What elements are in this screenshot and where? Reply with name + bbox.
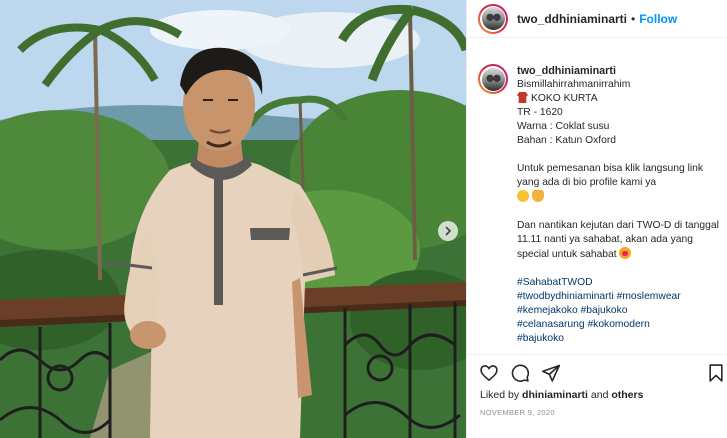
likes-suffix: and	[587, 389, 612, 401]
hashtag-row: #twodbydhiniaminarti #moslemwear	[517, 290, 722, 304]
hashtag-row: #celanasarung #kokomodern	[517, 318, 722, 332]
liked-by-user-link[interactable]: dhiniaminarti	[522, 389, 588, 401]
heart-eyes-emoji-icon	[619, 247, 632, 259]
like-button[interactable]	[478, 362, 500, 384]
divider	[467, 354, 727, 355]
caption-emoji-row	[517, 190, 722, 205]
hashtag-link[interactable]: #moslemwear	[617, 291, 681, 302]
caption-paragraph: Untuk pemesanan bisa klik langsung link …	[517, 163, 704, 188]
caption-paragraph: Dan nantikan kejutan dari TWO-D di tangg…	[517, 219, 722, 262]
caption-paragraph-text: Dan nantikan kejutan dari TWO-D di tangg…	[517, 220, 719, 260]
hashtag-link[interactable]: #bajukoko	[581, 305, 628, 316]
hashtag-link[interactable]: #twodbydhiniaminarti	[517, 291, 614, 302]
carousel-next-button[interactable]	[438, 221, 458, 241]
post-photo[interactable]	[0, 0, 466, 438]
share-icon	[541, 364, 561, 382]
action-bar	[478, 362, 723, 384]
post-username[interactable]: two_ddhiniaminarti	[517, 12, 627, 26]
heart-icon	[480, 365, 498, 382]
separator-dot: •	[631, 11, 636, 26]
caption-avatar[interactable]	[478, 64, 508, 94]
share-button[interactable]	[540, 362, 562, 384]
post-timestamp[interactable]: NOVEMBER 9, 2020	[480, 408, 555, 417]
hashtag-link[interactable]: #celanasarung	[517, 319, 585, 330]
post-caption: two_ddhiniaminarti Bismillahirrahmanirra…	[478, 64, 722, 352]
caption-username[interactable]: two_ddhiniaminarti	[517, 64, 722, 78]
pray-emoji-icon	[532, 190, 544, 202]
post-header: two_ddhiniaminarti • Follow	[467, 0, 727, 38]
hashtag-link[interactable]: #kokomodern	[587, 319, 649, 330]
wink-emoji-icon	[517, 190, 529, 202]
hashtag-link[interactable]: #kemejakoko	[517, 305, 578, 316]
avatar[interactable]	[478, 3, 508, 34]
post-sidebar: two_ddhiniaminarti • Follow two_ddhiniam…	[466, 0, 727, 438]
avatar-image	[481, 67, 505, 91]
save-button[interactable]	[705, 362, 727, 384]
likes-prefix: Liked by	[480, 389, 523, 401]
caption-line: Bismillahirrahmanirrahim	[517, 79, 631, 90]
caption-product-name: KOKO KURTA	[531, 93, 598, 104]
caption-line: Warna : Coklat susu	[517, 121, 610, 132]
chevron-right-icon	[445, 226, 452, 236]
hashtag-row: #SahabatTWOD	[517, 276, 722, 290]
caption-line: TR - 1620	[517, 107, 563, 118]
hashtag-row: #bajukoko	[517, 332, 722, 346]
hashtag-link[interactable]: #SahabatTWOD	[517, 277, 593, 288]
bookmark-icon	[709, 364, 723, 382]
kimono-emoji-icon	[517, 92, 528, 103]
likes-summary: Liked by dhiniaminarti and others	[480, 389, 643, 401]
caption-body: two_ddhiniaminarti Bismillahirrahmanirra…	[517, 64, 722, 346]
avatar-image	[481, 7, 505, 30]
comment-button[interactable]	[509, 362, 531, 384]
photo-scene	[0, 0, 466, 438]
caption-line: KOKO KURTA	[517, 92, 722, 106]
caption-line: Bahan : Katun Oxford	[517, 135, 617, 146]
comment-icon	[511, 364, 530, 382]
likes-others-link[interactable]: others	[611, 389, 643, 401]
hashtag-link[interactable]: #bajukoko	[517, 333, 564, 344]
follow-button[interactable]: Follow	[639, 12, 677, 26]
hashtag-row: #kemejakoko #bajukoko	[517, 304, 722, 318]
